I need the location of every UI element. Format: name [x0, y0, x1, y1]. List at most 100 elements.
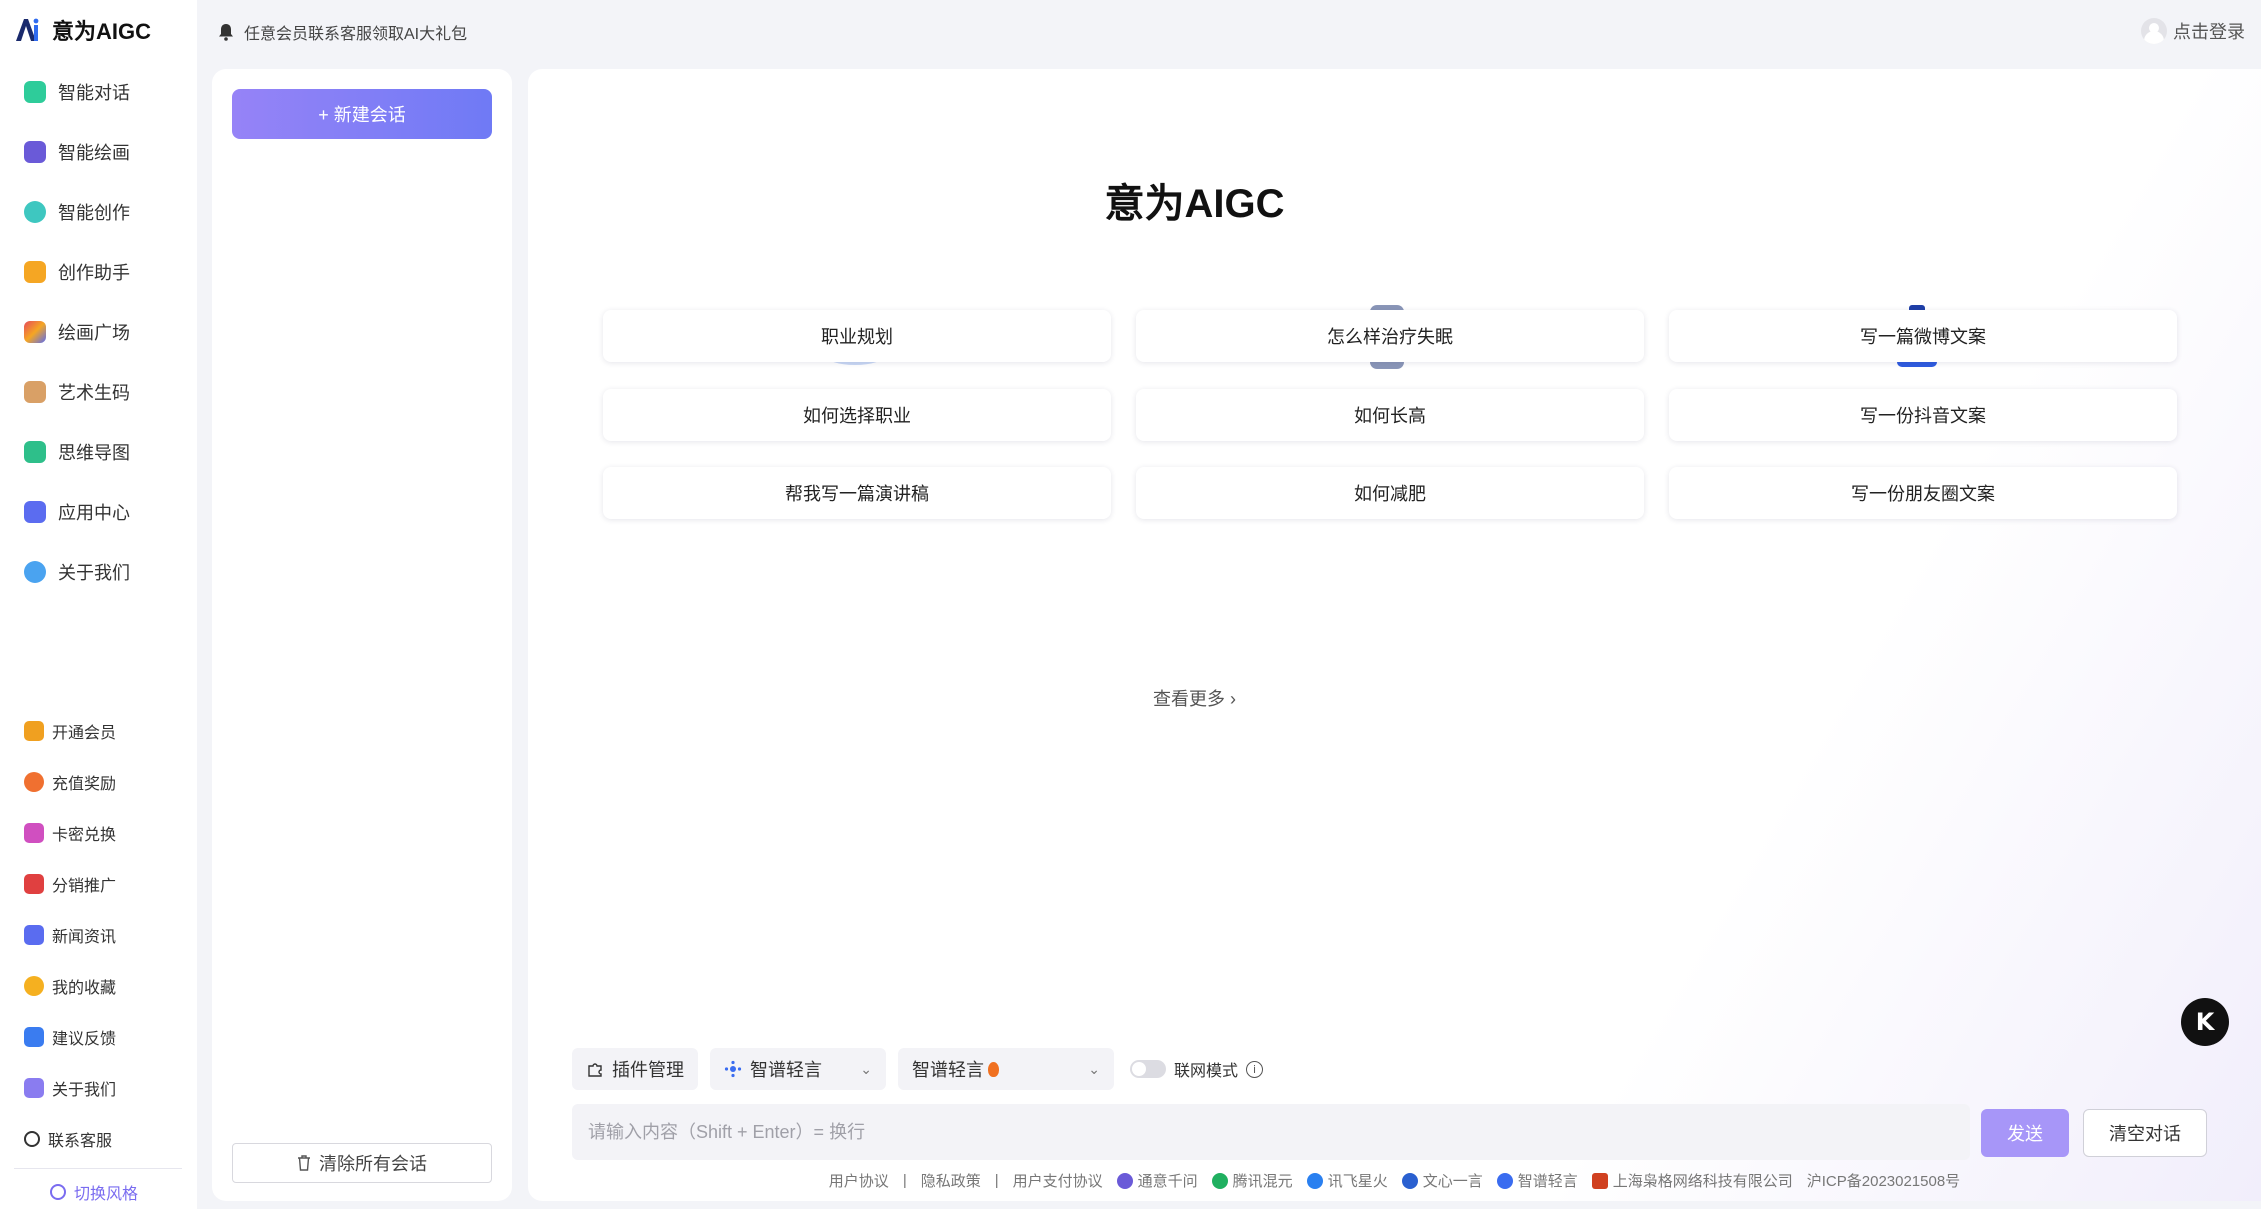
- bell-icon: [219, 24, 233, 41]
- footer-model[interactable]: 文心一言: [1401, 1170, 1483, 1191]
- login-button[interactable]: 点击登录: [2141, 18, 2245, 44]
- chevron-down-icon: ⌄: [1088, 1060, 1100, 1077]
- nav-item-label: 创作助手: [58, 263, 130, 283]
- prompt-card[interactable]: 如何长高: [1136, 389, 1644, 441]
- prompt-card[interactable]: 写一份朋友圈文案: [1669, 467, 2177, 519]
- nav-bottom-about[interactable]: 关于我们: [24, 1073, 116, 1103]
- nav-item-qrcode[interactable]: 艺术生码: [24, 374, 130, 410]
- web-mode-toggle[interactable]: [1130, 1060, 1166, 1078]
- news-icon: [24, 925, 44, 945]
- police-badge-icon: [1591, 1172, 1608, 1189]
- nav-item-about[interactable]: 关于我们: [24, 554, 130, 590]
- prompt-card[interactable]: 职业规划: [603, 310, 1111, 362]
- prompt-card[interactable]: 怎么样治疗失眠: [1136, 310, 1644, 362]
- model-select[interactable]: 智谱轻言 ⌄: [710, 1048, 886, 1090]
- nav-item-paint[interactable]: 智能绘画: [24, 134, 130, 170]
- fire-icon: [988, 1061, 999, 1077]
- chat-input[interactable]: [572, 1104, 1970, 1160]
- nav-bottom-reward[interactable]: 充值奖励: [24, 767, 116, 797]
- nav-bottom-news[interactable]: 新闻资讯: [24, 920, 116, 950]
- footer-link-label: 隐私政策: [920, 1173, 981, 1190]
- diamond-icon: [24, 721, 44, 741]
- brand[interactable]: 意为AIGC: [12, 14, 151, 46]
- nav-bottom-vip[interactable]: 开通会员: [24, 716, 116, 746]
- floating-badge-label: K: [2195, 1008, 2215, 1036]
- nav-bottom-support[interactable]: 联系客服: [24, 1124, 112, 1154]
- web-mode-label: 联网模式: [1174, 1063, 1239, 1080]
- footer-company[interactable]: 上海枭格网络科技有限公司: [1591, 1170, 1793, 1191]
- footer-model-label: 文心一言: [1422, 1173, 1483, 1190]
- brand-name: 意为AIGC: [52, 19, 152, 44]
- clear-chat-button[interactable]: 清空对话: [2083, 1109, 2207, 1157]
- footer-model-label: 通意千问: [1137, 1173, 1198, 1190]
- prompt-card[interactable]: 帮我写一篇演讲稿: [603, 467, 1111, 519]
- nav-bottom-label: 我的收藏: [52, 980, 117, 997]
- footer-link[interactable]: 用户支付协议: [1013, 1170, 1103, 1191]
- model-select-secondary-label: 智谱轻言: [912, 1060, 984, 1080]
- puzzle-icon: [588, 1063, 602, 1077]
- topbar-notice: 任意会员联系客服领取AI大礼包: [218, 20, 467, 44]
- footer-link[interactable]: 隐私政策: [921, 1170, 981, 1191]
- main-panel: 意为AIGC 办公 生活 创作 职业: [528, 69, 2261, 1201]
- palette-icon: [50, 1184, 66, 1200]
- nav-item-chat[interactable]: 智能对话: [24, 74, 130, 110]
- model-select-secondary-value: 智谱轻言: [912, 1056, 999, 1082]
- footer-icp[interactable]: 沪ICP备2023021508号: [1807, 1170, 1960, 1191]
- footer-model[interactable]: 智谱轻言: [1496, 1170, 1578, 1191]
- nav-bottom-label: 新闻资讯: [52, 929, 117, 946]
- qrcode-icon: [24, 381, 46, 403]
- prompt-card[interactable]: 如何选择职业: [603, 389, 1111, 441]
- nav-item-label: 智能创作: [58, 203, 130, 223]
- prompt-card[interactable]: 写一篇微博文案: [1669, 310, 2177, 362]
- floating-assistant-button[interactable]: K: [2181, 998, 2229, 1046]
- nav-bottom-feedback[interactable]: 建议反馈: [24, 1022, 116, 1052]
- brand-logo-icon: [16, 18, 39, 41]
- assistant-icon: [24, 261, 46, 283]
- nav-item-apps[interactable]: 应用中心: [24, 494, 130, 530]
- left-nav: 意为AIGC 智能对话 智能绘画 智能创作 创作助手 绘画广场 艺术生码 思维导…: [0, 0, 197, 1209]
- prompt-card[interactable]: 写一份抖音文案: [1669, 389, 2177, 441]
- about-icon: [24, 1078, 44, 1098]
- nav-item-gallery[interactable]: 绘画广场: [24, 314, 130, 350]
- theme-switch[interactable]: 切换风格: [50, 1180, 138, 1204]
- send-button[interactable]: 发送: [1981, 1109, 2069, 1157]
- prompt-card[interactable]: 如何减肥: [1136, 467, 1644, 519]
- nav-bottom-distribution[interactable]: 分销推广: [24, 869, 116, 899]
- nav-divider: [14, 1168, 182, 1169]
- see-more-link[interactable]: 查看更多 ›: [528, 685, 1861, 711]
- login-label: 点击登录: [2173, 22, 2245, 42]
- footer-model[interactable]: 讯飞星火: [1306, 1170, 1388, 1191]
- nav-item-create[interactable]: 智能创作: [24, 194, 130, 230]
- nav-item-label: 应用中心: [58, 503, 130, 523]
- plugin-manage-button[interactable]: 插件管理: [572, 1048, 698, 1090]
- wenxin-icon: [1401, 1172, 1418, 1189]
- footer-link-label: 用户支付协议: [1012, 1173, 1103, 1190]
- clear-all-sessions-button[interactable]: 清除所有会话: [232, 1143, 492, 1183]
- new-session-button[interactable]: + 新建会话: [232, 89, 492, 139]
- nav-item-mindmap[interactable]: 思维导图: [24, 434, 130, 470]
- footer-link[interactable]: 用户协议: [829, 1170, 889, 1191]
- tongyi-icon: [1116, 1172, 1133, 1189]
- main-title: 意为AIGC: [1104, 182, 1285, 226]
- nav-bottom-card[interactable]: 卡密兑换: [24, 818, 116, 848]
- footer-model[interactable]: 腾讯混元: [1211, 1170, 1293, 1191]
- reward-icon: [24, 772, 44, 792]
- distribution-icon: [24, 874, 44, 894]
- zhipu-icon: [1496, 1172, 1513, 1189]
- model-select-secondary[interactable]: 智谱轻言 ⌄: [898, 1048, 1114, 1090]
- nav-item-label: 智能绘画: [58, 143, 130, 163]
- nav-item-label: 思维导图: [58, 443, 130, 463]
- footer-model[interactable]: 通意千问: [1116, 1170, 1198, 1191]
- nav-bottom-label: 建议反馈: [52, 1031, 117, 1048]
- footer-model-label: 讯飞星火: [1327, 1173, 1388, 1190]
- nav-bottom-favorites[interactable]: 我的收藏: [24, 971, 116, 1001]
- session-panel: + 新建会话 清除所有会话: [212, 69, 512, 1201]
- about-icon: [24, 561, 46, 583]
- notice-text: 任意会员联系客服领取AI大礼包: [244, 26, 468, 43]
- chevron-down-icon: ⌄: [860, 1060, 872, 1077]
- mindmap-icon: [24, 441, 46, 463]
- nav-item-assistant[interactable]: 创作助手: [24, 254, 130, 290]
- support-icon: [24, 1131, 40, 1147]
- info-icon[interactable]: i: [1246, 1060, 1264, 1078]
- footer-model-label: 腾讯混元: [1232, 1173, 1293, 1190]
